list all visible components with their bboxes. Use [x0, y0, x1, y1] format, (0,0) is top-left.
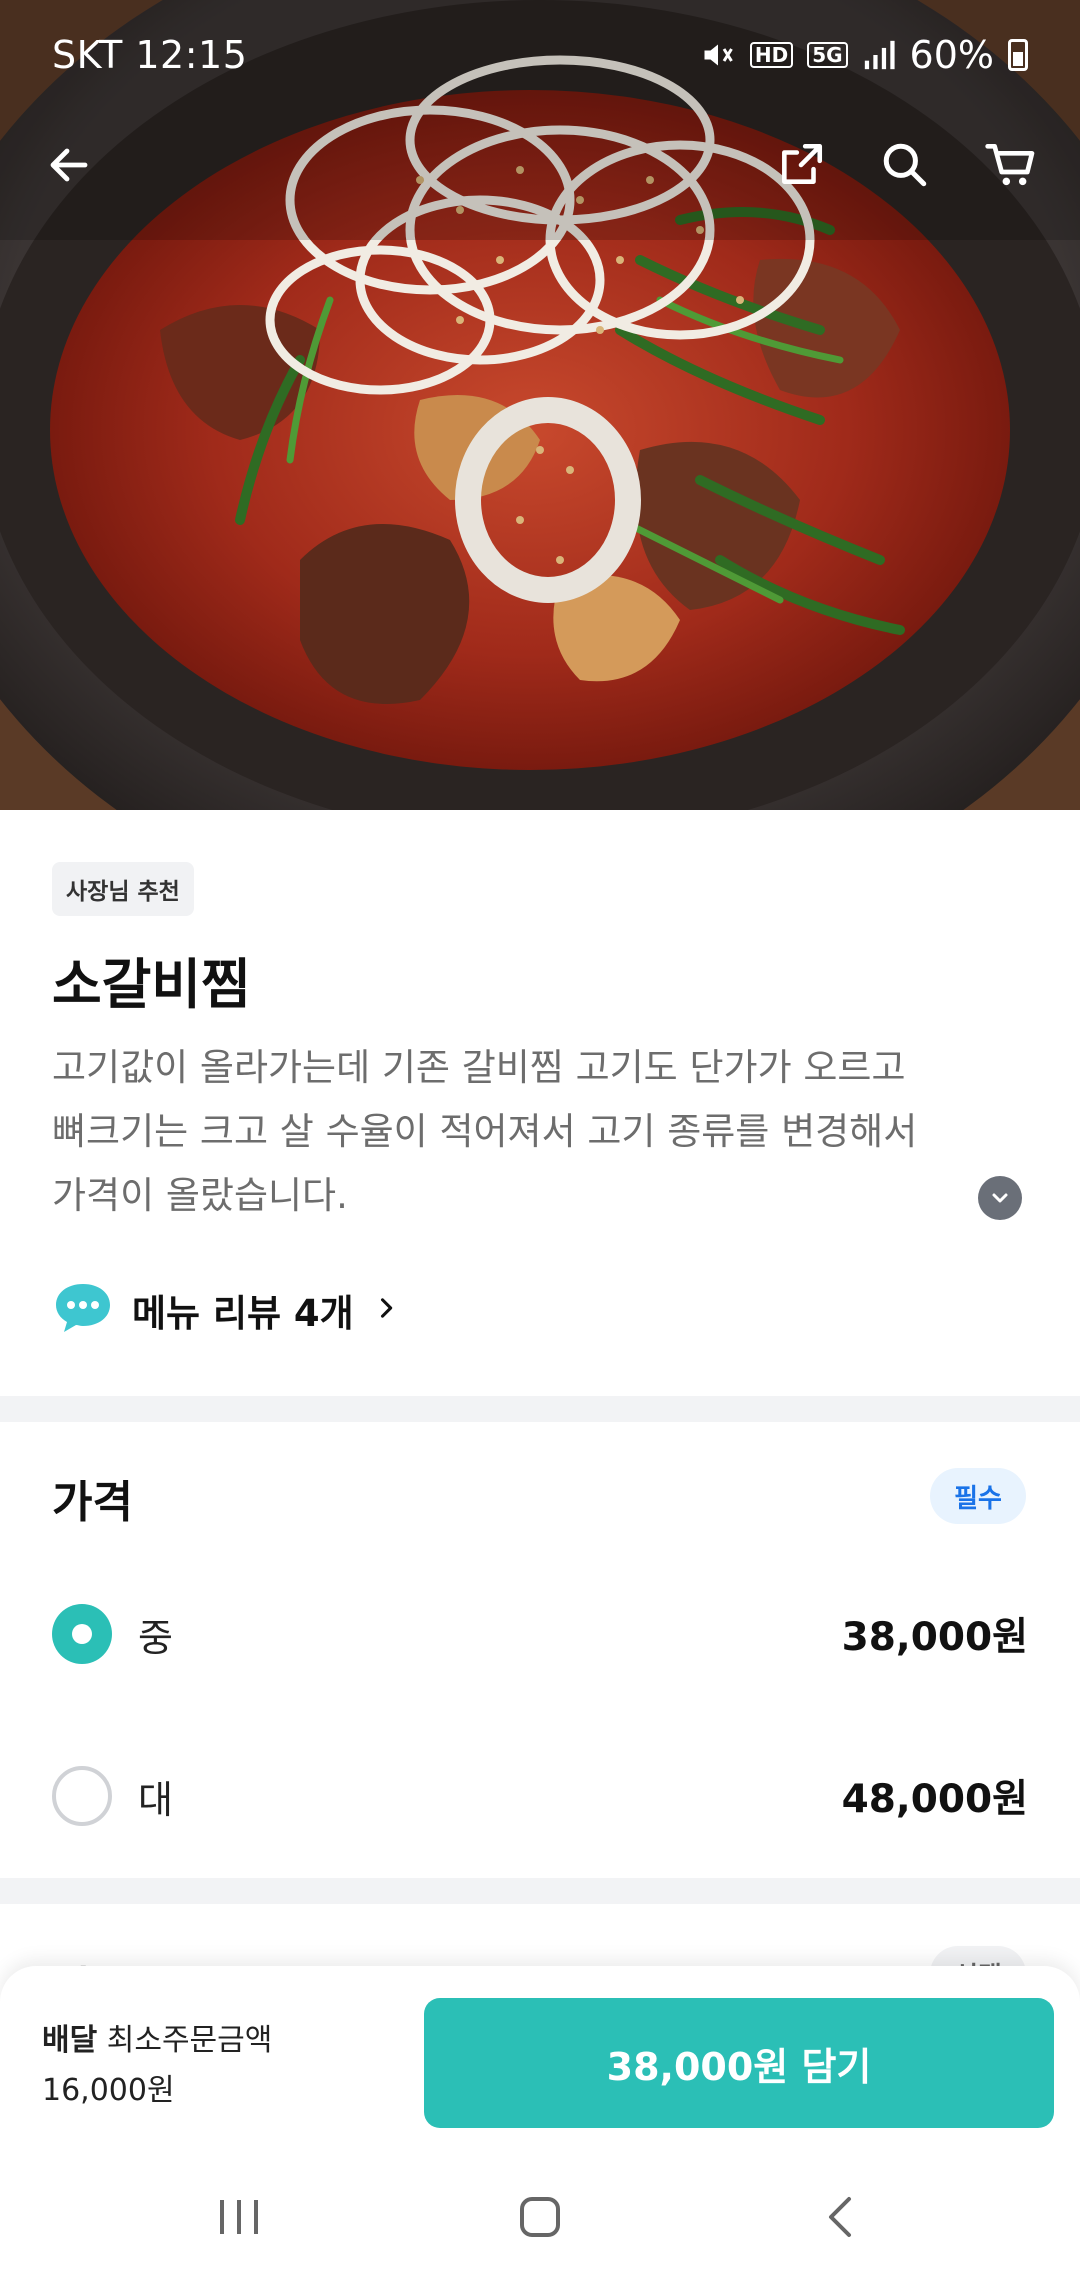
- min-order-amount: 16,000원: [42, 2073, 175, 2108]
- menu-photo: SKT 12:15 HD 5G 60%: [0, 0, 1080, 810]
- menu-review-link[interactable]: 메뉴 리뷰 4개: [52, 1280, 400, 1340]
- mute-icon: [700, 37, 736, 73]
- chevron-right-icon: [372, 1294, 400, 1326]
- required-badge: 필수: [930, 1468, 1026, 1524]
- section-divider: [0, 1396, 1080, 1422]
- radio-unselected[interactable]: [52, 1766, 112, 1826]
- radio-selected[interactable]: [52, 1604, 112, 1664]
- 5g-icon: 5G: [807, 42, 848, 68]
- description-line: 고기값이 올라가는데 기존 갈비찜 고기도 단가가 오르고: [52, 1046, 906, 1089]
- description-line: 가격이 올랐습니다.: [52, 1174, 348, 1217]
- price-option-medium[interactable]: 중 38,000원: [52, 1594, 1028, 1674]
- add-to-cart-button[interactable]: 38,000원 담기: [424, 1998, 1054, 2128]
- min-order-info: 배달 최소주문금액 16,000원: [42, 2016, 272, 2116]
- home-icon[interactable]: [505, 2182, 575, 2252]
- speech-bubble-icon: [52, 1280, 114, 1340]
- price-section-title: 가격: [52, 1477, 133, 1528]
- system-back-icon[interactable]: [806, 2182, 876, 2252]
- share-icon[interactable]: [766, 130, 836, 200]
- status-icons: HD 5G 60%: [700, 33, 1028, 77]
- signal-icon: [862, 38, 896, 72]
- status-carrier-time: SKT 12:15: [52, 33, 248, 77]
- expand-description-button[interactable]: [978, 1176, 1022, 1220]
- system-nav-bar: [0, 2152, 1080, 2280]
- back-arrow-icon[interactable]: [34, 130, 104, 200]
- chevron-down-icon: [992, 1193, 1008, 1203]
- search-icon[interactable]: [870, 130, 940, 200]
- battery-icon: [1008, 39, 1028, 71]
- option-label: 중: [138, 1615, 173, 1660]
- section-divider: [0, 1878, 1080, 1904]
- option-label: 대: [138, 1777, 173, 1822]
- order-bar: 배달 최소주문금액 16,000원 38,000원 담기: [0, 1966, 1080, 2152]
- hd-voice-icon: HD: [749, 42, 794, 68]
- delivery-label: 배달: [42, 2023, 98, 2058]
- review-link-label: 메뉴 리뷰 4개: [132, 1292, 354, 1335]
- menu-detail-page: SKT 12:15 HD 5G 60% 사장님 추천 소갈비찜 고기값이 올라가…: [0, 0, 1080, 2280]
- battery-percent: 60%: [909, 33, 994, 77]
- min-order-label: 최소주문금액: [106, 2023, 273, 2058]
- cart-icon[interactable]: [976, 130, 1046, 200]
- option-price: 48,000원: [841, 1777, 1028, 1822]
- status-bar: SKT 12:15 HD 5G 60%: [0, 0, 1080, 110]
- recent-apps-icon[interactable]: [204, 2182, 274, 2252]
- description-line: 뼈크기는 크고 살 수율이 적어져서 고기 종류를 변경해서: [52, 1110, 918, 1153]
- menu-description: 고기값이 올라가는데 기존 갈비찜 고기도 단가가 오르고 뼈크기는 크고 살 …: [52, 1036, 1002, 1228]
- menu-title: 소갈비찜: [52, 953, 251, 1016]
- owner-recommend-badge: 사장님 추천: [52, 862, 194, 916]
- price-option-large[interactable]: 대 48,000원: [52, 1756, 1028, 1836]
- option-price: 38,000원: [841, 1615, 1028, 1660]
